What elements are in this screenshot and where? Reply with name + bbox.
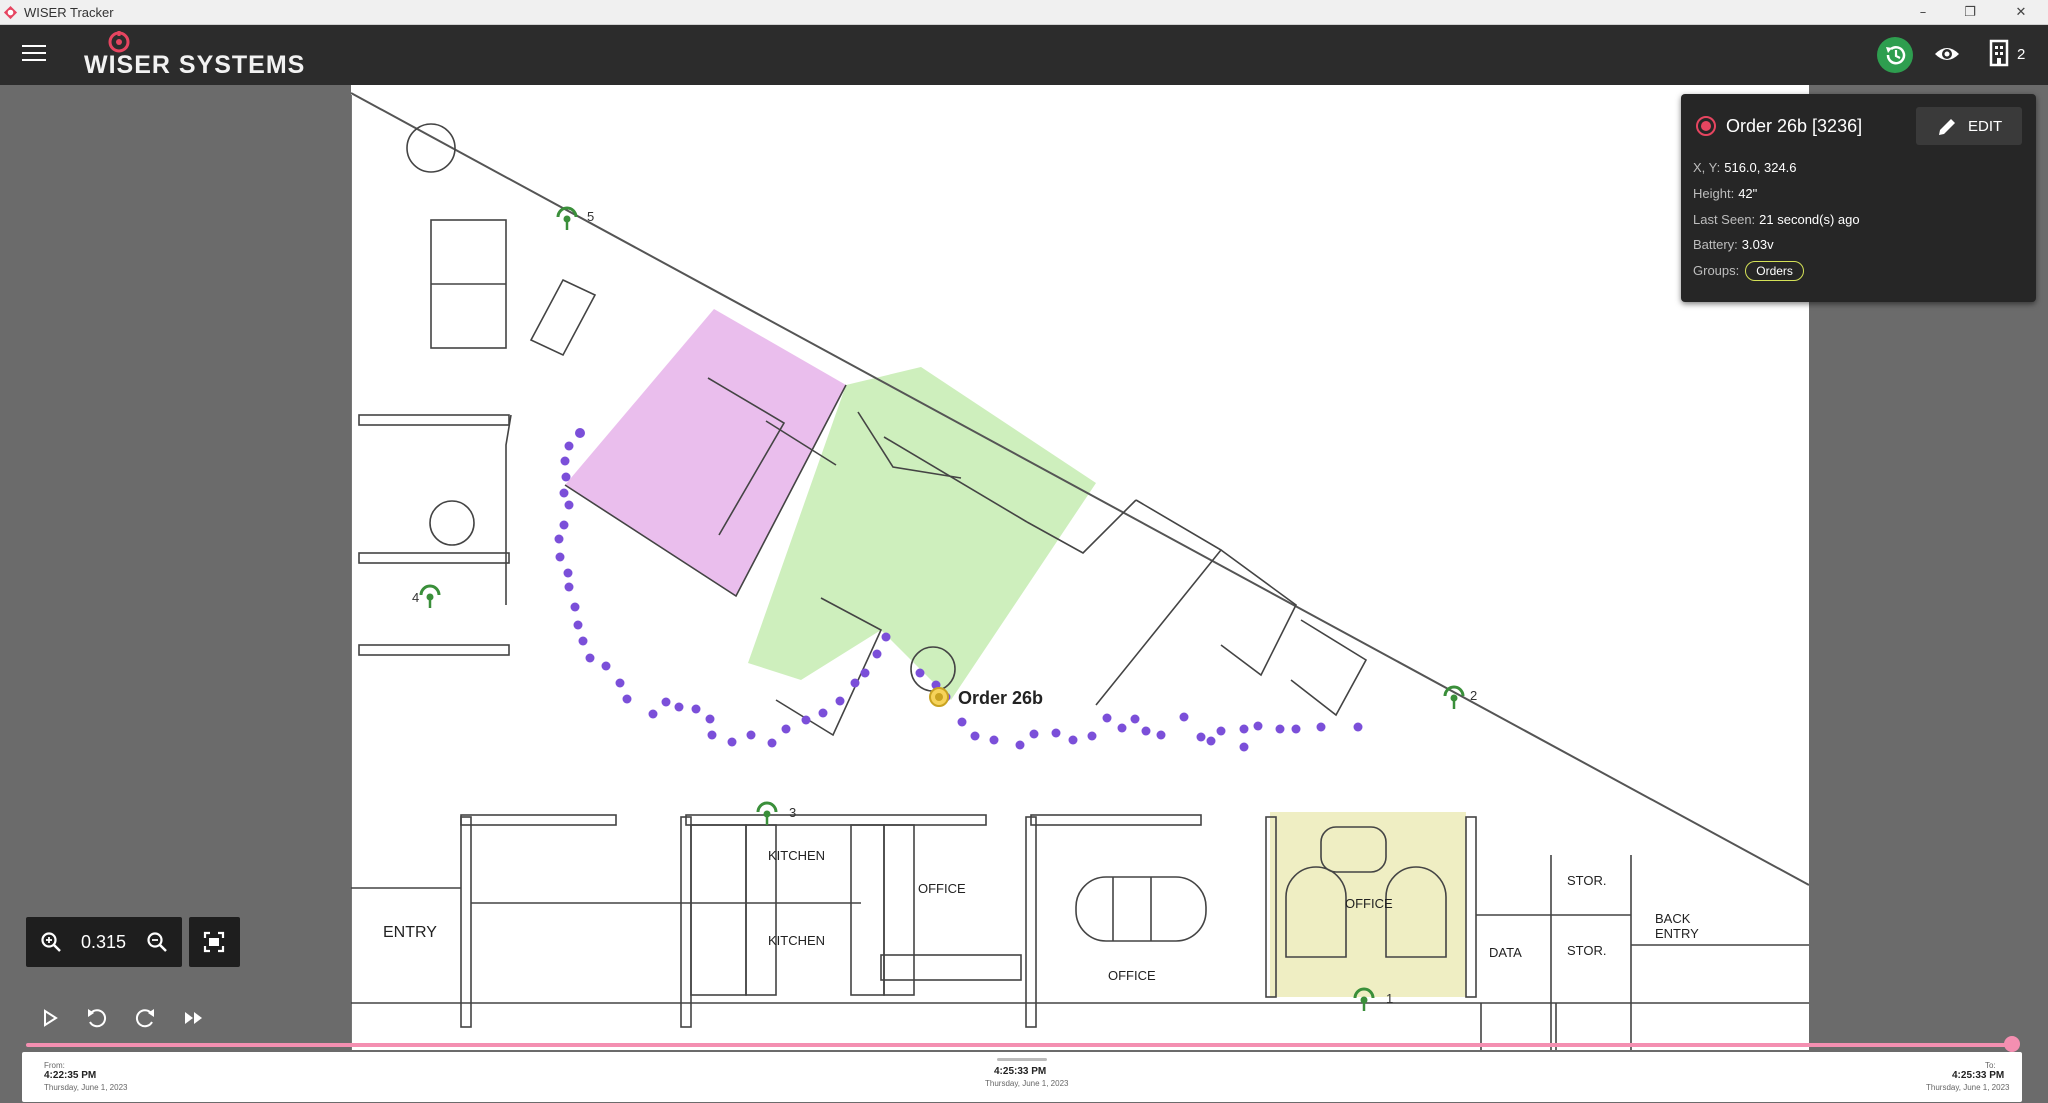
- anchor-4-label: 4: [412, 590, 419, 605]
- from-date: Thursday, June 1, 2023: [44, 1083, 128, 1092]
- room-office-b: OFFICE: [1108, 968, 1156, 983]
- rewind-button[interactable]: [83, 1004, 111, 1032]
- tag-info-card: Order 26b [3236] EDIT X, Y: 516.0, 324.6 …: [1681, 94, 2036, 302]
- to-label: To:: [1985, 1061, 1996, 1070]
- field-battery: Battery: 3.03v: [1693, 237, 1774, 252]
- zoom-level: 0.315: [81, 932, 127, 952]
- field-xy: X, Y: 516.0, 324.6: [1693, 160, 1797, 175]
- room-back-entry-1: BACK: [1655, 911, 1691, 926]
- room-entry: ENTRY: [383, 924, 437, 941]
- from-time: 4:22:35 PM: [44, 1070, 97, 1081]
- tag-name: Order 26b [3236]: [1726, 116, 1863, 136]
- anchor-2-label: 2: [1470, 688, 1477, 703]
- tag-marker-order-26b[interactable]: Order 26b: [929, 687, 1043, 708]
- eye-icon: [1935, 48, 1959, 60]
- field-height: Height: 42": [1693, 186, 1758, 201]
- anchor-4-icon[interactable]: [419, 584, 441, 608]
- wiser-logo: WISER SYSTEMS: [80, 31, 350, 79]
- app-icon: [3, 5, 18, 20]
- fit-to-screen-button[interactable]: [189, 917, 240, 967]
- fast-forward-icon: [185, 1012, 202, 1024]
- window-title: WISER Tracker: [24, 5, 114, 20]
- room-data: DATA: [1489, 945, 1522, 960]
- room-stor-2: STOR.: [1567, 943, 1607, 958]
- room-office-a: OFFICE: [918, 881, 966, 896]
- building-icon: [1989, 39, 2009, 67]
- floor-plan-svg[interactable]: Order 26b 5 4 3 2 1 KITCHEN KITCHEN OFFI…: [351, 85, 1809, 1050]
- tag-label: Order 26b: [958, 688, 1043, 708]
- window-titlebar: WISER Tracker – ❐ ✕: [0, 0, 2048, 25]
- timeline-slider-thumb[interactable]: [2004, 1036, 2020, 1052]
- current-time: 4:25:33 PM: [994, 1066, 1047, 1077]
- anchor-1-label: 1: [1386, 991, 1393, 1006]
- room-kitchen-2: KITCHEN: [768, 933, 825, 948]
- anchor-2-icon[interactable]: [1443, 685, 1465, 709]
- time-range-bar: From: 4:22:35 PM Thursday, June 1, 2023 …: [22, 1052, 2022, 1102]
- anchor-3-label: 3: [789, 805, 796, 820]
- anchor-3-icon[interactable]: [756, 801, 778, 825]
- group-badge[interactable]: Orders: [1745, 261, 1804, 281]
- to-time: 4:25:33 PM: [1952, 1070, 2005, 1081]
- floor-plan-map[interactable]: Order 26b 5 4 3 2 1 KITCHEN KITCHEN OFFI…: [351, 85, 1809, 1050]
- fast-forward-button[interactable]: [180, 1004, 208, 1032]
- building-count: 2: [2017, 46, 2026, 63]
- close-button[interactable]: ✕: [1998, 0, 2044, 25]
- from-label: From:: [44, 1061, 65, 1070]
- edit-button[interactable]: EDIT: [1916, 107, 2022, 145]
- visibility-button[interactable]: [1932, 41, 1962, 67]
- to-date: Thursday, June 1, 2023: [1926, 1083, 2010, 1092]
- logo-target-icon: [108, 31, 130, 53]
- field-groups: Groups: Orders: [1693, 261, 1804, 281]
- history-icon: [1886, 46, 1906, 65]
- building-selector-button[interactable]: 2: [1987, 38, 2039, 70]
- play-icon: [44, 1009, 58, 1027]
- timebar-grip[interactable]: [997, 1058, 1047, 1061]
- fit-screen-icon: [203, 931, 225, 953]
- forward-button[interactable]: [131, 1004, 159, 1032]
- anchor-5-label: 5: [587, 209, 594, 224]
- room-kitchen-1: KITCHEN: [768, 848, 825, 863]
- app-header: WISER SYSTEMS 2: [0, 25, 2048, 85]
- minimize-button[interactable]: –: [1900, 0, 1946, 25]
- zoom-out-icon[interactable]: [146, 931, 168, 953]
- zoom-in-icon[interactable]: [40, 931, 62, 953]
- replay-icon: [88, 1009, 107, 1028]
- play-button[interactable]: [36, 1004, 64, 1032]
- current-date: Thursday, June 1, 2023: [985, 1079, 1069, 1088]
- hamburger-menu-icon[interactable]: [22, 45, 46, 63]
- room-stor-1: STOR.: [1567, 873, 1607, 888]
- room-back-entry-2: ENTRY: [1655, 926, 1699, 941]
- room-office-c: OFFICE: [1345, 896, 1393, 911]
- timeline-slider-track[interactable]: [26, 1043, 2016, 1047]
- history-button[interactable]: [1877, 37, 1913, 73]
- brand-name: WISER SYSTEMS: [84, 51, 306, 79]
- pencil-icon: [1939, 119, 1955, 135]
- edit-label: EDIT: [1968, 118, 2003, 135]
- restore-button[interactable]: ❐: [1947, 0, 1993, 25]
- field-last-seen: Last Seen: 21 second(s) ago: [1693, 212, 1860, 227]
- forward-icon: [135, 1009, 154, 1028]
- zoom-control: 0.315: [26, 917, 182, 967]
- record-icon: [1696, 116, 1716, 136]
